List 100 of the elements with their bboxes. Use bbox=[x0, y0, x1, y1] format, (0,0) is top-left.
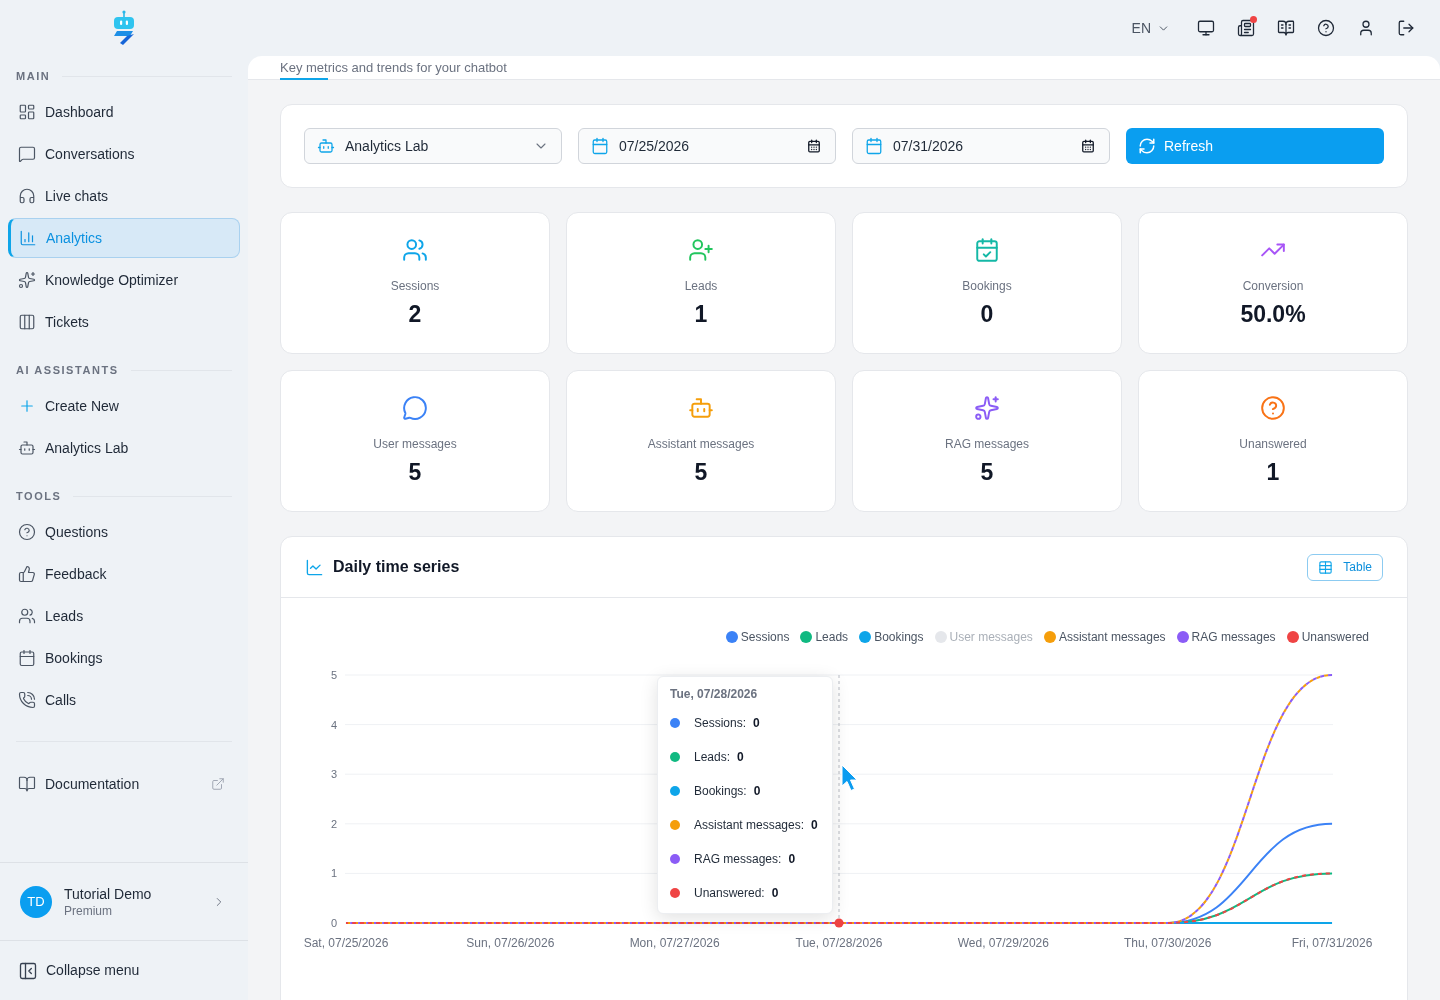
stat-value: 2 bbox=[408, 300, 422, 328]
user-icon[interactable] bbox=[1357, 19, 1375, 37]
help-icon bbox=[18, 523, 36, 541]
axis-label: 5 bbox=[330, 669, 337, 681]
sidebar-item[interactable]: Create New bbox=[8, 386, 240, 426]
legend-item[interactable]: Unanswered bbox=[1286, 629, 1369, 645]
sidebar-item[interactable]: Calls bbox=[8, 680, 240, 720]
calendar-icon bbox=[1081, 139, 1095, 153]
avatar-initials: TD bbox=[20, 885, 52, 918]
panel-collapse-icon bbox=[18, 960, 38, 981]
user-plus-icon bbox=[688, 237, 714, 263]
open-book-icon[interactable] bbox=[1277, 19, 1295, 37]
legend-item[interactable]: Sessions bbox=[725, 629, 790, 645]
date-field[interactable]: 07/31/2026 bbox=[852, 128, 1110, 164]
stat-label: Sessions bbox=[390, 278, 440, 294]
assistant-select[interactable]: Analytics Lab bbox=[304, 128, 562, 164]
chat-bubble-icon bbox=[18, 145, 36, 163]
stat-label: User messages bbox=[373, 436, 457, 452]
sidebar-item[interactable]: Bookings bbox=[8, 638, 240, 678]
table-view-button[interactable]: Table bbox=[1307, 553, 1383, 581]
monitor-icon[interactable] bbox=[1197, 19, 1215, 37]
axis-label: 4 bbox=[330, 718, 337, 731]
refresh-icon bbox=[1138, 137, 1156, 155]
help-icon[interactable] bbox=[1317, 19, 1335, 37]
section-heading: MAIN bbox=[16, 68, 51, 84]
section-heading: AI ASSISTANTS bbox=[16, 362, 119, 378]
axis-label: Fri, 07/31/2026 bbox=[1291, 936, 1373, 950]
calendar-icon bbox=[591, 137, 609, 155]
newspaper-icon[interactable] bbox=[1237, 19, 1255, 37]
sidebar-item[interactable]: Dashboard bbox=[8, 92, 240, 132]
legend-label: Unanswered bbox=[1301, 629, 1369, 645]
sparkles-icon bbox=[18, 271, 36, 289]
stat-value: 0 bbox=[980, 300, 994, 328]
sidebar-item[interactable]: Questions bbox=[8, 512, 240, 552]
bar-chart-icon bbox=[19, 229, 37, 247]
calendar-icon bbox=[18, 649, 36, 667]
sidebar-item[interactable]: Documentation bbox=[8, 764, 240, 804]
calendar-icon bbox=[865, 137, 883, 155]
robot-icon bbox=[18, 439, 36, 457]
robot-logo-icon bbox=[112, 10, 136, 46]
collapse-menu-button[interactable]: Collapse menu bbox=[18, 960, 140, 981]
plus-icon bbox=[18, 397, 36, 415]
stat-value: 1 bbox=[1266, 458, 1280, 486]
axis-label: 0 bbox=[330, 917, 337, 929]
axis-label: Thu, 07/30/2026 bbox=[1123, 936, 1212, 950]
tooltip-value: 0 bbox=[788, 851, 796, 868]
headphones-icon bbox=[18, 187, 36, 205]
users-icon bbox=[402, 237, 428, 263]
axis-label: Wed, 07/29/2026 bbox=[957, 936, 1049, 950]
tooltip-label: Assistant messages: bbox=[694, 817, 805, 834]
stat-value: 5 bbox=[980, 458, 994, 486]
legend-item[interactable]: Assistant messages bbox=[1043, 629, 1166, 645]
tooltip-label: RAG messages: bbox=[694, 851, 782, 868]
active-tab-indicator bbox=[280, 78, 328, 80]
user-plan: Premium bbox=[64, 902, 113, 919]
columns-icon bbox=[18, 313, 36, 331]
chat-bubble-icon bbox=[402, 395, 428, 421]
axis-label: Sun, 07/26/2026 bbox=[466, 936, 555, 950]
dashboard-icon bbox=[18, 103, 36, 121]
legend-label: User messages bbox=[949, 629, 1033, 645]
sidebar-item[interactable]: Tickets bbox=[8, 302, 240, 342]
book-icon bbox=[18, 775, 36, 793]
legend-item[interactable]: Bookings bbox=[859, 629, 924, 645]
tooltip-value: 0 bbox=[753, 715, 760, 732]
robot-icon bbox=[688, 395, 714, 421]
legend-label: Leads bbox=[815, 629, 849, 645]
page-subtitle: Key metrics and trends for your chatbot bbox=[280, 59, 507, 76]
users-icon bbox=[18, 607, 36, 625]
axis-label: 3 bbox=[330, 768, 337, 781]
legend-item[interactable]: RAG messages bbox=[1176, 629, 1276, 645]
tooltip-value: 0 bbox=[771, 885, 779, 902]
stat-value: 5 bbox=[694, 458, 708, 486]
stat-label: Conversion bbox=[1242, 278, 1304, 294]
sidebar-item[interactable]: Live chats bbox=[8, 176, 240, 216]
section-heading: TOOLS bbox=[16, 488, 62, 504]
tooltip-label: Leads: bbox=[694, 749, 731, 766]
card-title: Daily time series bbox=[333, 557, 460, 577]
robot-icon bbox=[317, 137, 335, 155]
sidebar-item[interactable]: Leads bbox=[8, 596, 240, 636]
sidebar-item[interactable]: Feedback bbox=[8, 554, 240, 594]
stat-label: Assistant messages bbox=[647, 436, 755, 452]
tooltip-value: 0 bbox=[737, 749, 744, 766]
logout-icon[interactable] bbox=[1397, 19, 1415, 37]
language-selector[interactable]: EN bbox=[1131, 17, 1170, 39]
user-profile-item[interactable]: TD Tutorial Demo Premium bbox=[0, 862, 248, 940]
axis-label: Tue, 07/28/2026 bbox=[795, 936, 883, 950]
sidebar-item[interactable]: Knowledge Optimizer bbox=[8, 260, 240, 300]
axis-label: 2 bbox=[330, 817, 337, 830]
external-link-icon bbox=[211, 777, 225, 791]
stat-value: 1 bbox=[694, 300, 708, 328]
thumbs-up-icon bbox=[18, 565, 36, 583]
sidebar-item[interactable]: Analytics Lab bbox=[8, 428, 240, 468]
legend-item[interactable]: Leads bbox=[800, 629, 849, 645]
tooltip-label: Unanswered: bbox=[694, 885, 765, 902]
date-field[interactable]: 07/25/2026 bbox=[578, 128, 836, 164]
tooltip-label: Bookings: bbox=[694, 783, 747, 800]
tooltip-value: 0 bbox=[753, 783, 761, 800]
tooltip-label: Sessions: bbox=[694, 715, 747, 732]
tooltip-title: Tue, 07/28/2026 bbox=[670, 686, 759, 702]
sidebar-item[interactable]: Conversations bbox=[8, 134, 240, 174]
